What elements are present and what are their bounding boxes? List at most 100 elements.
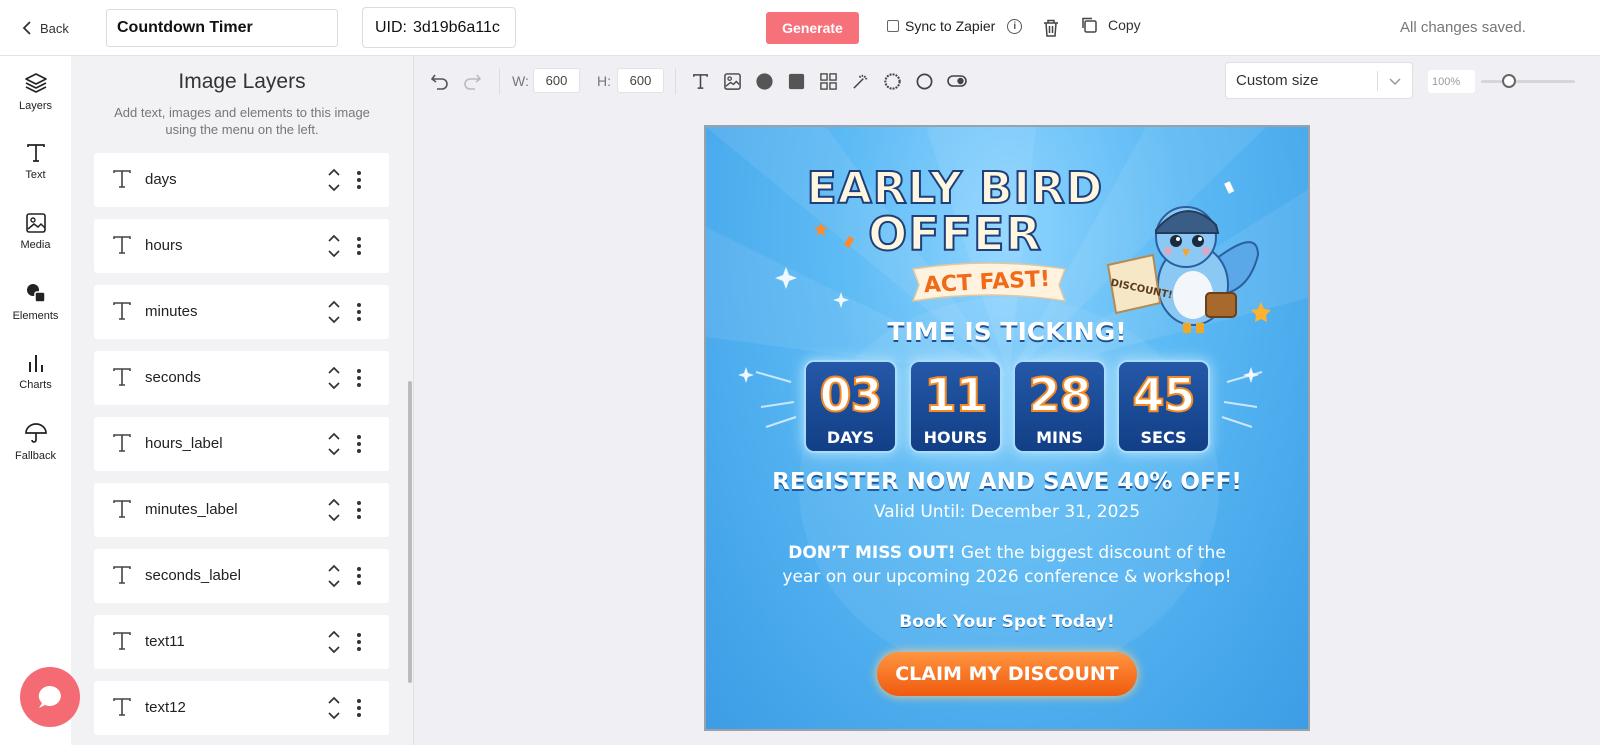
nav-text[interactable]: Text [0, 126, 71, 196]
uid-display[interactable]: UID: 3d19b6a11c [362, 7, 516, 48]
add-image-icon[interactable] [723, 72, 742, 91]
toolbar-divider [675, 68, 676, 94]
circle-outline-icon[interactable] [915, 72, 934, 91]
text-layer-icon [113, 236, 131, 254]
reorder-arrows-icon[interactable] [327, 629, 341, 655]
image-icon [25, 212, 46, 233]
countdown-days-value: 03 [818, 367, 883, 423]
trash-icon[interactable] [1042, 18, 1060, 38]
magic-wand-icon[interactable] [851, 72, 870, 91]
top-bar: Back UID: 3d19b6a11c Generate Sync to Za… [0, 0, 1600, 56]
panel-title: Image Layers [178, 70, 306, 93]
countdown-secs-value: 45 [1131, 367, 1196, 423]
countdown-hours-label: HOURS [923, 428, 988, 447]
text-icon [26, 143, 45, 162]
layer-row[interactable]: text12 [94, 681, 389, 735]
nav-layers[interactable]: Layers [0, 56, 71, 126]
text-layer-icon [113, 170, 131, 188]
reorder-arrows-icon[interactable] [327, 167, 341, 193]
nav-fallback[interactable]: Fallback [0, 406, 71, 476]
layers-panel: Image Layers Add text, images and elemen… [71, 56, 413, 745]
reorder-arrows-icon[interactable] [327, 299, 341, 325]
more-options-icon[interactable] [356, 500, 362, 520]
add-circle-icon[interactable] [755, 72, 774, 91]
more-options-icon[interactable] [356, 566, 362, 586]
shapes-icon [26, 283, 46, 303]
nav-media-label: Media [20, 238, 51, 251]
layer-row[interactable]: minutes_label [94, 483, 389, 537]
width-input[interactable]: 600 [533, 68, 580, 93]
uid-value: 3d19b6a11c [413, 18, 500, 36]
reorder-arrows-icon[interactable] [327, 365, 341, 391]
layer-row[interactable]: seconds_label [94, 549, 389, 603]
layer-row[interactable]: seconds [94, 351, 389, 405]
generate-button[interactable]: Generate [766, 12, 859, 44]
reorder-arrows-icon[interactable] [327, 563, 341, 589]
layer-row[interactable]: text11 [94, 615, 389, 669]
promo-rest: Get the biggest discount of the [955, 543, 1226, 563]
template-name-input[interactable] [106, 9, 338, 47]
chevron-down-icon [1389, 78, 1401, 86]
text-layer-icon [113, 434, 131, 452]
nav-text-label: Text [25, 168, 46, 181]
height-input[interactable]: 600 [617, 68, 664, 93]
more-options-icon[interactable] [356, 632, 362, 652]
chevron-left-icon [22, 21, 31, 35]
nav-elements[interactable]: Elements [0, 266, 71, 336]
more-options-icon[interactable] [356, 434, 362, 454]
reorder-arrows-icon[interactable] [327, 233, 341, 259]
undo-icon[interactable] [430, 71, 450, 91]
layer-name: text12 [145, 699, 186, 716]
more-options-icon[interactable] [356, 170, 362, 190]
save-status: All changes saved. [1400, 19, 1526, 36]
countdown-days-label: DAYS [826, 428, 875, 447]
nav-elements-label: Elements [12, 309, 59, 322]
layer-row[interactable]: hours [94, 219, 389, 273]
text-layer-icon [113, 698, 131, 716]
reorder-arrows-icon[interactable] [327, 695, 341, 721]
select-divider [1377, 71, 1378, 91]
chat-button[interactable] [20, 667, 80, 727]
more-options-icon[interactable] [356, 368, 362, 388]
bar-chart-icon [28, 354, 43, 372]
redo-icon[interactable] [462, 71, 482, 91]
sync-zapier-toggle[interactable]: Sync to Zapier i [887, 18, 1023, 34]
nav-charts[interactable]: Charts [0, 336, 71, 406]
back-button[interactable]: Back [22, 16, 69, 40]
reorder-arrows-icon[interactable] [327, 497, 341, 523]
claim-discount-button[interactable]: CLAIM MY DISCOUNT [877, 652, 1137, 696]
add-rectangle-icon[interactable] [787, 72, 806, 91]
layer-row[interactable]: minutes [94, 285, 389, 339]
toggle-icon[interactable] [947, 74, 967, 88]
nav-layers-label: Layers [18, 99, 53, 112]
layer-row[interactable]: hours_label [94, 417, 389, 471]
zoom-value[interactable]: 100% [1428, 70, 1475, 93]
countdown-hours: 11 HOURS [909, 360, 1002, 453]
copy-label: Copy [1108, 17, 1141, 33]
valid-until: Valid Until: December 31, 2025 [873, 502, 1141, 522]
more-options-icon[interactable] [356, 236, 362, 256]
layer-name: days [145, 171, 177, 188]
zoom-slider-track[interactable] [1481, 80, 1575, 83]
more-options-icon[interactable] [356, 302, 362, 322]
layer-row[interactable]: days [94, 153, 389, 207]
info-icon[interactable]: i [1007, 18, 1023, 34]
reorder-arrows-icon[interactable] [327, 431, 341, 457]
add-text-icon[interactable] [691, 72, 710, 91]
more-options-icon[interactable] [356, 698, 362, 718]
layer-name: hours_label [145, 435, 223, 452]
side-nav: Layers Text Media Elements Charts Fallba… [0, 56, 71, 745]
panel-scrollbar[interactable] [408, 381, 412, 683]
grid-icon[interactable] [819, 72, 838, 91]
register-heading: REGISTER NOW AND SAVE 40% OFF! [772, 469, 1242, 495]
canvas-image[interactable]: EARLY BIRD OFFER ACT FAST! DISCOUNT! TIM… [704, 125, 1310, 731]
layer-name: hours [145, 237, 183, 254]
text-layer-icon [113, 302, 131, 320]
height-label: H: [597, 73, 611, 89]
size-select[interactable]: Custom size [1225, 62, 1413, 99]
copy-button[interactable]: Copy [1080, 16, 1141, 34]
nav-media[interactable]: Media [0, 196, 71, 266]
sync-checkbox[interactable] [887, 20, 899, 32]
ring-dashed-icon[interactable] [883, 72, 902, 91]
size-select-value: Custom size [1236, 72, 1319, 89]
